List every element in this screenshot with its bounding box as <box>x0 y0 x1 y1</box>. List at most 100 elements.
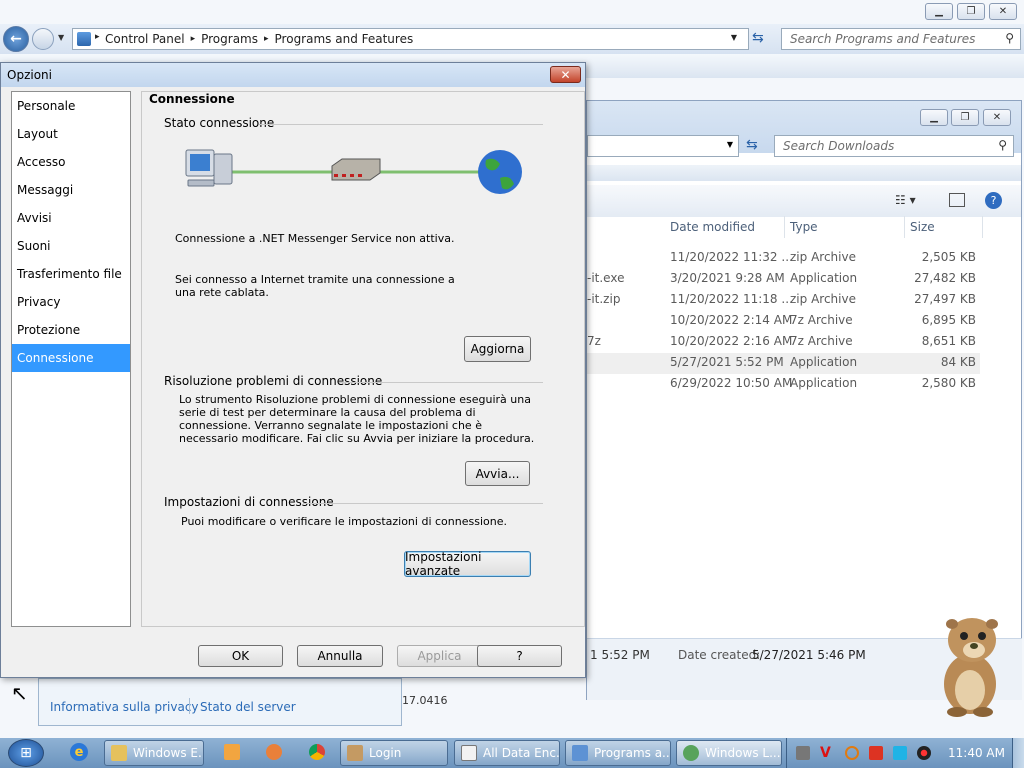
file-size[interactable]: 6,895 KB <box>906 310 976 331</box>
file-type[interactable]: Application <box>790 373 857 394</box>
start-button[interactable]: Avvia... <box>465 461 530 486</box>
search-downloads-input[interactable]: Search Downloads ⚲ <box>774 135 1014 157</box>
category-item[interactable]: Avvisi <box>12 204 130 232</box>
address-dropdown-icon[interactable]: ▼ <box>731 33 737 42</box>
file-type[interactable]: Application <box>790 268 857 289</box>
network-tray-icon[interactable] <box>796 746 810 760</box>
file-type[interactable]: zip Archive <box>790 247 856 268</box>
settings-section-label: Impostazioni di connessione <box>164 495 334 509</box>
breadcrumb-control-panel[interactable]: Control Panel <box>105 32 185 46</box>
task-windows-live[interactable]: Windows L... <box>676 740 782 766</box>
chrome-icon[interactable] <box>309 744 325 760</box>
category-item[interactable]: Personale <box>12 92 130 120</box>
privacy-policy-link[interactable]: Informativa sulla privacy <box>50 700 199 714</box>
file-date-modified[interactable]: 10/20/2022 2:14 AM <box>670 310 792 331</box>
column-size[interactable]: Size <box>910 220 935 234</box>
views-icon[interactable]: ☷ ▾ <box>895 193 916 207</box>
file-date-modified[interactable]: 5/27/2021 5:52 PM <box>670 352 784 373</box>
dialog-titlebar: Opzioni <box>1 63 585 87</box>
file-type[interactable]: 7z Archive <box>790 331 853 352</box>
category-item[interactable]: Protezione <box>12 316 130 344</box>
search-programs-input[interactable]: Search Programs and Features ⚲ <box>781 28 1021 50</box>
restore-icon[interactable]: ❐ <box>951 109 979 126</box>
record-tray-icon[interactable] <box>917 746 931 760</box>
file-date-modified[interactable]: 6/29/2022 10:50 AM <box>670 373 792 394</box>
breadcrumb-programs-features[interactable]: Programs and Features <box>275 32 414 46</box>
minimize-button[interactable]: ▁ <box>925 3 953 20</box>
recent-pages-chevron-icon[interactable]: ▼ <box>58 33 64 42</box>
advanced-settings-button[interactable]: Impostazioni avanzate <box>404 550 531 578</box>
file-date-modified[interactable]: 11/20/2022 11:32 ... <box>670 247 793 268</box>
column-date-modified[interactable]: Date modified <box>670 220 755 234</box>
restore-icon[interactable]: ❐ <box>957 3 985 20</box>
category-item[interactable]: Accesso <box>12 148 130 176</box>
close-button[interactable]: ✕ <box>983 109 1011 126</box>
file-size[interactable]: 2,580 KB <box>906 373 976 394</box>
forward-button[interactable] <box>32 28 54 50</box>
breadcrumb-arrow-icon: ▸ <box>95 32 100 42</box>
file-name[interactable]: 7z <box>587 331 601 352</box>
search-tray-icon[interactable] <box>845 746 859 760</box>
refresh-button[interactable]: Aggiorna <box>464 336 531 362</box>
back-button[interactable]: ← <box>3 26 29 52</box>
search-icon[interactable]: ⚲ <box>1005 31 1014 45</box>
app-launcher-icon[interactable] <box>266 744 282 760</box>
downloads-address-bar[interactable]: ▼ <box>587 135 739 157</box>
media-player-icon[interactable] <box>224 744 240 760</box>
file-type[interactable]: 7z Archive <box>790 310 853 331</box>
file-size[interactable]: 2,505 KB <box>906 247 976 268</box>
category-item[interactable]: Messaggi <box>12 176 130 204</box>
dialog-close-button[interactable]: ✕ <box>550 66 581 83</box>
file-type[interactable]: zip Archive <box>790 289 856 310</box>
antivirus-tray-icon[interactable]: V <box>820 746 834 760</box>
file-name[interactable]: -it.exe <box>587 268 624 289</box>
file-size[interactable]: 84 KB <box>906 352 976 373</box>
refresh-icon[interactable]: ⇆ <box>746 137 758 153</box>
start-button-orb[interactable]: ⊞ <box>8 739 44 767</box>
category-item[interactable]: Suoni <box>12 232 130 260</box>
address-dropdown-icon[interactable]: ▼ <box>727 140 733 149</box>
address-bar[interactable]: ▸ Control Panel ▸ Programs ▸ Programs an… <box>72 28 749 50</box>
version-text: 17.0416 <box>402 694 448 707</box>
refresh-icon[interactable]: ⇆ <box>752 30 764 46</box>
file-date-modified[interactable]: 11/20/2022 11:18 ... <box>670 289 793 310</box>
file-date-modified[interactable]: 3/20/2021 9:28 AM <box>670 268 785 289</box>
section-divider <box>303 503 543 504</box>
help-button[interactable]: ? <box>477 645 562 667</box>
messenger-footer: Informativa sulla privacy Stato del serv… <box>38 678 402 726</box>
category-item[interactable]: Trasferimento file <box>12 260 130 288</box>
ok-button[interactable]: OK <box>198 645 283 667</box>
cancel-button[interactable]: Annulla <box>297 645 383 667</box>
category-item[interactable]: Connessione <box>12 344 130 372</box>
section-divider <box>259 124 543 125</box>
file-date-modified[interactable]: 10/20/2022 2:16 AM <box>670 331 792 352</box>
help-icon[interactable]: ? <box>985 192 1002 209</box>
file-size[interactable]: 8,651 KB <box>906 331 976 352</box>
file-type[interactable]: Application <box>790 352 857 373</box>
internet-explorer-icon[interactable]: e <box>70 743 88 761</box>
breadcrumb-programs[interactable]: Programs <box>201 32 258 46</box>
display-tray-icon[interactable] <box>893 746 907 760</box>
preview-pane-icon[interactable] <box>949 193 965 207</box>
category-item[interactable]: Privacy <box>12 288 130 316</box>
task-login[interactable]: Login <box>340 740 448 766</box>
task-programs-features[interactable]: Programs a... <box>565 740 671 766</box>
show-desktop-button[interactable] <box>1012 738 1024 768</box>
close-button[interactable]: ✕ <box>989 3 1017 20</box>
apply-button[interactable]: Applica <box>397 645 482 667</box>
task-all-data-encryption[interactable]: All Data Enc... <box>454 740 560 766</box>
tray-divider <box>786 738 787 768</box>
column-type[interactable]: Type <box>790 220 818 234</box>
file-size[interactable]: 27,482 KB <box>906 268 976 289</box>
downloads-window: ▁ ❐ ✕ ▼ ⇆ Search Downloads ⚲ ☷ ▾ ? <box>586 100 1022 700</box>
file-name[interactable]: -it.zip <box>587 289 620 310</box>
minimize-button[interactable]: ▁ <box>920 109 948 126</box>
clock[interactable]: 11:40 AM <box>948 746 1005 760</box>
flag-tray-icon[interactable] <box>869 746 883 760</box>
file-size[interactable]: 27,497 KB <box>906 289 976 310</box>
search-icon[interactable]: ⚲ <box>998 138 1007 152</box>
section-divider <box>339 382 543 383</box>
task-windows-explorer[interactable]: Windows E... <box>104 740 204 766</box>
server-status-link[interactable]: Stato del server <box>200 700 296 714</box>
category-item[interactable]: Layout <box>12 120 130 148</box>
